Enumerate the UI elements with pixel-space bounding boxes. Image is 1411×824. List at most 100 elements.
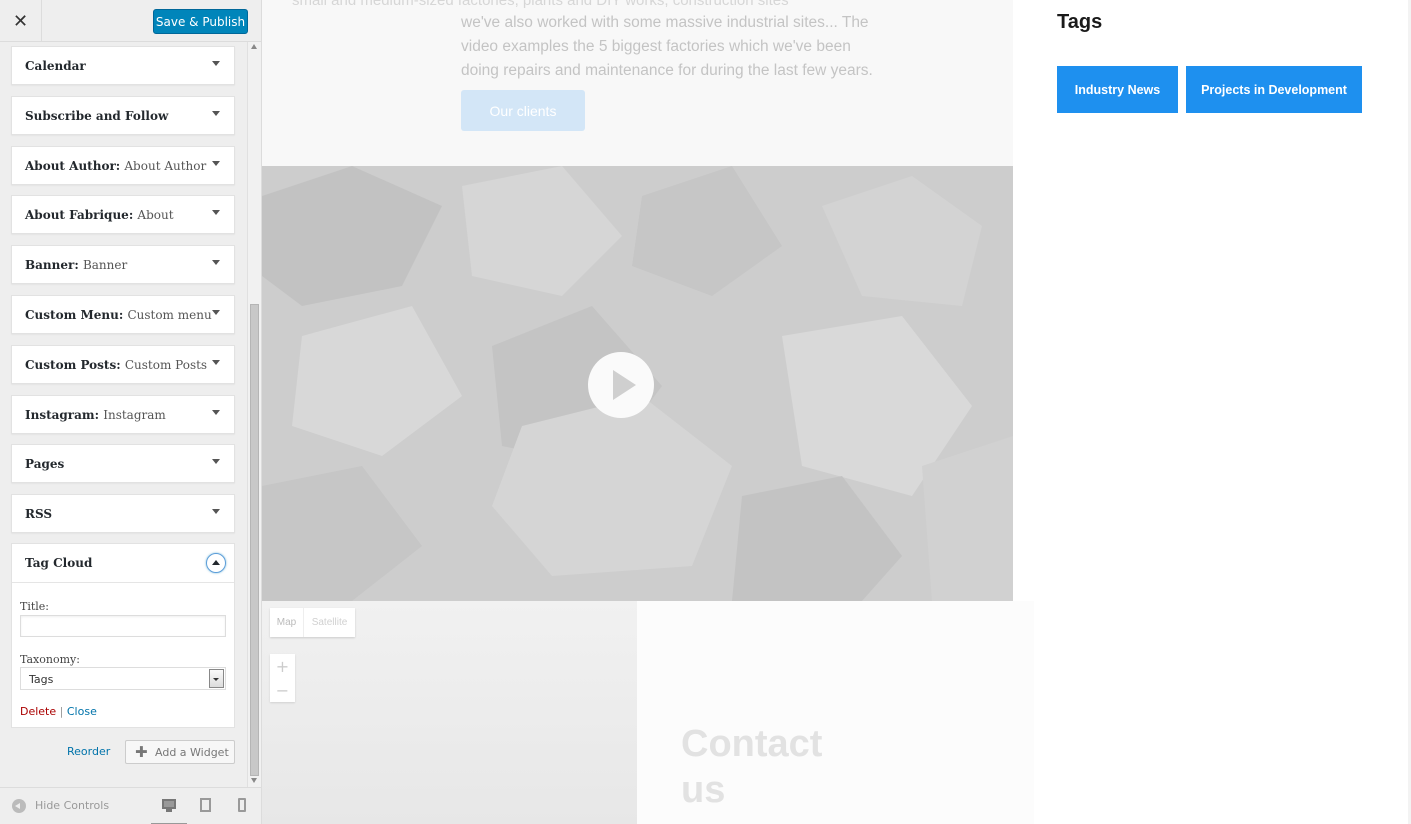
widget-name: Instagram — [25, 408, 95, 422]
expand-arrow-icon[interactable] — [212, 61, 220, 66]
hide-controls-label: Hide Controls — [35, 799, 110, 812]
widget-name: About Author — [25, 159, 116, 173]
title-field-label: Title: — [20, 600, 50, 613]
mobile-icon — [238, 798, 246, 812]
link-separator: | — [59, 705, 64, 718]
widget-subscribe-and-follow[interactable]: Subscribe and Follow — [11, 96, 235, 135]
widget-title: About Fabrique: About — [25, 208, 174, 222]
taxonomy-selected-value: Tags — [29, 673, 54, 686]
zoom-out-button[interactable]: − — [270, 678, 295, 702]
close-customizer-button[interactable]: ✕ — [0, 0, 42, 42]
chevron-up-icon — [212, 560, 220, 565]
expand-arrow-icon[interactable] — [212, 210, 220, 215]
expand-arrow-icon[interactable] — [212, 360, 220, 365]
widget-banner[interactable]: Banner: Banner — [11, 245, 235, 284]
scroll-up-icon[interactable] — [251, 44, 257, 49]
customizer-footer: Hide Controls — [0, 787, 261, 824]
widget-name: Custom Menu — [25, 308, 119, 322]
widget-title: Subscribe and Follow — [25, 109, 168, 123]
widget-calendar[interactable]: Calendar — [11, 46, 235, 85]
widget-about-fabrique[interactable]: About Fabrique: About — [11, 195, 235, 234]
widget-title: Calendar — [25, 59, 86, 73]
plus-icon: ✚ — [135, 743, 148, 761]
our-clients-button[interactable]: Our clients — [461, 90, 585, 131]
widget-title: Instagram: Instagram — [25, 408, 166, 422]
widget-name: Banner — [25, 258, 75, 272]
widget-title: Custom Posts: Custom Posts — [25, 358, 207, 372]
widget-rss[interactable]: RSS — [11, 494, 235, 533]
scroll-down-icon[interactable] — [251, 778, 257, 783]
collapse-widget-button[interactable] — [206, 553, 226, 573]
tag-cloud-header[interactable]: Tag Cloud — [12, 544, 234, 583]
widget-custom-menu[interactable]: Custom Menu: Custom menu — [11, 295, 235, 334]
close-widget-link[interactable]: Close — [67, 705, 97, 718]
expand-arrow-icon[interactable] — [212, 260, 220, 265]
widget-instance-title: Custom menu — [127, 308, 212, 322]
widget-pages[interactable]: Pages — [11, 444, 235, 483]
tags-widget-area: Tags Industry News Projects in Developme… — [1034, 0, 1411, 824]
map-view-button[interactable]: Map — [270, 608, 303, 637]
widget-name: Calendar — [25, 59, 86, 73]
widget-name: Tag Cloud — [25, 556, 93, 570]
widget-actions: Delete | Close — [20, 705, 97, 718]
expand-arrow-icon[interactable] — [212, 161, 220, 166]
add-widget-label: Add a Widget — [155, 746, 229, 759]
expand-arrow-icon[interactable] — [212, 459, 220, 464]
contact-section: Contact us — [637, 601, 1034, 824]
collapse-arrow-icon — [12, 799, 26, 813]
widget-name: About Fabrique — [25, 208, 129, 222]
taxonomy-label: Taxonomy: — [20, 653, 80, 666]
satellite-view-button[interactable]: Satellite — [303, 608, 355, 637]
widget-title-separator: : — [116, 358, 125, 372]
expand-arrow-icon[interactable] — [212, 111, 220, 116]
tablet-preview-button[interactable] — [194, 794, 218, 818]
widget-tag-cloud: Tag Cloud Title: Taxonomy: Tags Delete | Clo… — [11, 543, 235, 728]
site-preview: small and medium-sized factories, plants… — [262, 0, 1411, 824]
about-text: we've also worked with some massive indu… — [461, 14, 873, 79]
scrollbar-thumb[interactable] — [250, 304, 259, 776]
tag-industry-news[interactable]: Industry News — [1057, 66, 1178, 113]
widget-instance-title: About — [137, 208, 174, 222]
widget-name: Subscribe and Follow — [25, 109, 169, 123]
map-embed[interactable]: Map Satellite + − — [262, 601, 637, 824]
play-video-button[interactable] — [588, 352, 654, 418]
widget-instance-title: About Author — [124, 159, 207, 173]
about-text-cutoff: small and medium-sized factories, plants… — [292, 0, 789, 9]
about-section: small and medium-sized factories, plants… — [262, 0, 1013, 166]
widget-instagram[interactable]: Instagram: Instagram — [11, 395, 235, 434]
widget-instance-title: Custom Posts — [124, 358, 208, 372]
tags-heading: Tags — [1057, 11, 1103, 33]
taxonomy-select[interactable]: Tags — [20, 667, 226, 690]
title-field[interactable] — [20, 615, 226, 637]
widget-custom-posts[interactable]: Custom Posts: Custom Posts — [11, 345, 235, 384]
widget-name: RSS — [25, 507, 53, 521]
widget-about-author[interactable]: About Author: About Author — [11, 146, 235, 185]
desktop-stand — [166, 809, 172, 812]
widget-title-separator: : — [94, 408, 104, 422]
widget-title: Custom Menu: Custom menu — [25, 308, 212, 322]
delete-widget-link[interactable]: Delete — [20, 705, 56, 718]
desktop-icon — [162, 799, 176, 809]
video-section[interactable] — [262, 166, 1013, 601]
add-widget-button[interactable]: ✚ Add a Widget — [125, 740, 235, 764]
expand-arrow-icon[interactable] — [212, 410, 220, 415]
widget-title-separator: : — [74, 258, 83, 272]
dropdown-arrow-icon[interactable] — [209, 669, 224, 688]
customizer-sidebar: ✕ Save & Publish Calendar Subscribe and F… — [0, 0, 262, 824]
tag-projects-in-development[interactable]: Projects in Development — [1186, 66, 1362, 113]
widget-instance-title: Instagram — [103, 408, 166, 422]
widget-name: Pages — [25, 457, 65, 471]
desktop-preview-button[interactable] — [151, 794, 187, 824]
tablet-icon — [200, 798, 211, 812]
save-publish-button[interactable]: Save & Publish — [153, 9, 248, 34]
sidebar-scrollbar[interactable] — [247, 42, 261, 787]
mobile-preview-button[interactable] — [231, 794, 255, 818]
expand-arrow-icon[interactable] — [212, 509, 220, 514]
widget-title: About Author: About Author — [25, 159, 206, 173]
zoom-in-button[interactable]: + — [270, 654, 295, 678]
map-zoom-control: + − — [270, 654, 295, 702]
expand-arrow-icon[interactable] — [212, 310, 220, 315]
reorder-link[interactable]: Reorder — [67, 745, 110, 758]
widget-instance-title: Banner — [82, 258, 128, 272]
widget-name: Custom Posts — [25, 358, 117, 372]
